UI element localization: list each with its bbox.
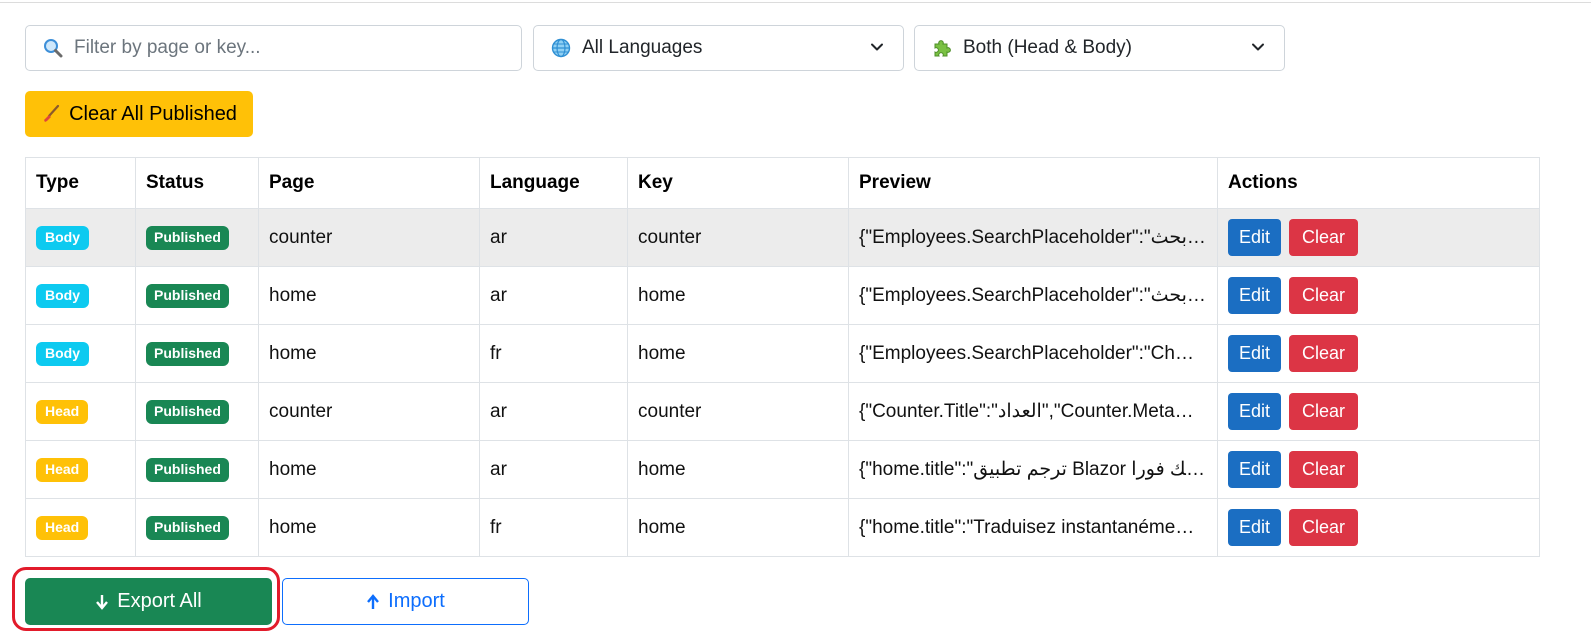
column-header-key: Key — [627, 157, 849, 209]
globe-icon — [550, 37, 572, 59]
type-badge: Head — [36, 399, 89, 424]
status-badge: Published — [146, 283, 229, 308]
scope-select[interactable]: Both (Head & Body) — [914, 25, 1285, 71]
edit-button[interactable]: Edit — [1228, 393, 1282, 430]
table-row: Head Published counter ar counter {"Coun… — [25, 382, 1540, 441]
preview-cell: {"home.title":"ترجم تطبيق Blazor بك فورا… — [848, 440, 1218, 499]
page-cell: home — [258, 498, 480, 557]
language-cell: fr — [479, 324, 628, 383]
actions-cell: Edit Clear — [1217, 498, 1540, 557]
column-header-language: Language — [479, 157, 628, 209]
language-cell: ar — [479, 208, 628, 267]
type-badge: Body — [36, 341, 89, 366]
column-header-status: Status — [135, 157, 259, 209]
table-row: Body Published home fr home {"Employees.… — [25, 324, 1540, 383]
type-badge: Head — [36, 515, 89, 540]
preview-cell: {"Employees.SearchPlaceholder":"ابحث… — [848, 208, 1218, 267]
broom-icon — [41, 104, 61, 124]
key-cell: home — [627, 498, 849, 557]
clear-button[interactable]: Clear — [1289, 509, 1359, 546]
edit-button[interactable]: Edit — [1228, 451, 1282, 488]
actions-cell: Edit Clear — [1217, 382, 1540, 441]
page-cell: home — [258, 324, 480, 383]
language-select[interactable]: All Languages — [533, 25, 904, 71]
actions-cell: Edit Clear — [1217, 440, 1540, 499]
table-header-row: Type Status Page Language Key Preview Ac… — [25, 157, 1540, 209]
page-cell: home — [258, 440, 480, 499]
clear-button[interactable]: Clear — [1289, 219, 1359, 256]
column-header-preview: Preview — [848, 157, 1218, 209]
type-badge: Body — [36, 283, 89, 308]
chevron-down-icon — [869, 39, 885, 55]
status-badge: Published — [146, 457, 229, 482]
key-cell: counter — [627, 208, 849, 267]
chevron-down-icon — [1250, 39, 1266, 55]
actions-cell: Edit Clear — [1217, 266, 1540, 325]
published-translations-table: Type Status Page Language Key Preview Ac… — [25, 157, 1540, 557]
preview-cell: {"Employees.SearchPlaceholder":"Ch… — [848, 324, 1218, 383]
search-box[interactable] — [25, 25, 522, 71]
key-cell: counter — [627, 382, 849, 441]
key-cell: home — [627, 440, 849, 499]
clear-button[interactable]: Clear — [1289, 335, 1359, 372]
table-row: Head Published home ar home {"home.title… — [25, 440, 1540, 499]
preview-cell: {"Counter.Title":"العداد","Counter.Meta… — [848, 382, 1218, 441]
actions-cell: Edit Clear — [1217, 324, 1540, 383]
clear-button[interactable]: Clear — [1289, 451, 1359, 488]
column-header-page: Page — [258, 157, 480, 209]
column-header-type: Type — [25, 157, 136, 209]
language-select-value: All Languages — [582, 37, 703, 58]
arrow-down-icon — [95, 593, 109, 611]
edit-button[interactable]: Edit — [1228, 335, 1282, 372]
edit-button[interactable]: Edit — [1228, 219, 1282, 256]
import-button[interactable]: Import — [282, 578, 529, 625]
actions-cell: Edit Clear — [1217, 208, 1540, 267]
edit-button[interactable]: Edit — [1228, 277, 1282, 314]
puzzle-icon — [931, 37, 953, 59]
status-badge: Published — [146, 515, 229, 540]
clear-all-published-button[interactable]: Clear All Published — [25, 91, 253, 137]
key-cell: home — [627, 266, 849, 325]
column-header-actions: Actions — [1217, 157, 1540, 209]
arrow-up-icon — [366, 593, 380, 611]
top-divider — [0, 2, 1591, 3]
edit-button[interactable]: Edit — [1228, 509, 1282, 546]
export-all-label: Export All — [117, 590, 202, 612]
page-cell: counter — [258, 382, 480, 441]
language-cell: ar — [479, 382, 628, 441]
scope-select-value: Both (Head & Body) — [963, 37, 1132, 58]
preview-cell: {"Employees.SearchPlaceholder":"ابحث… — [848, 266, 1218, 325]
page-cell: counter — [258, 208, 480, 267]
type-badge: Body — [36, 225, 89, 250]
table-row: Head Published home fr home {"home.title… — [25, 498, 1540, 557]
export-all-button[interactable]: Export All — [25, 578, 272, 625]
language-cell: ar — [479, 266, 628, 325]
clear-all-published-label: Clear All Published — [69, 102, 237, 125]
preview-cell: {"home.title":"Traduisez instantanéme… — [848, 498, 1218, 557]
key-cell: home — [627, 324, 849, 383]
language-cell: ar — [479, 440, 628, 499]
search-input[interactable] — [74, 37, 494, 59]
status-badge: Published — [146, 341, 229, 366]
import-label: Import — [388, 590, 445, 612]
clear-button[interactable]: Clear — [1289, 277, 1359, 314]
page-cell: home — [258, 266, 480, 325]
language-cell: fr — [479, 498, 628, 557]
status-badge: Published — [146, 399, 229, 424]
status-badge: Published — [146, 225, 229, 250]
type-badge: Head — [36, 457, 89, 482]
clear-button[interactable]: Clear — [1289, 393, 1359, 430]
table-row: Body Published counter ar counter {"Empl… — [25, 208, 1540, 267]
search-icon — [42, 37, 64, 59]
table-row: Body Published home ar home {"Employees.… — [25, 266, 1540, 325]
